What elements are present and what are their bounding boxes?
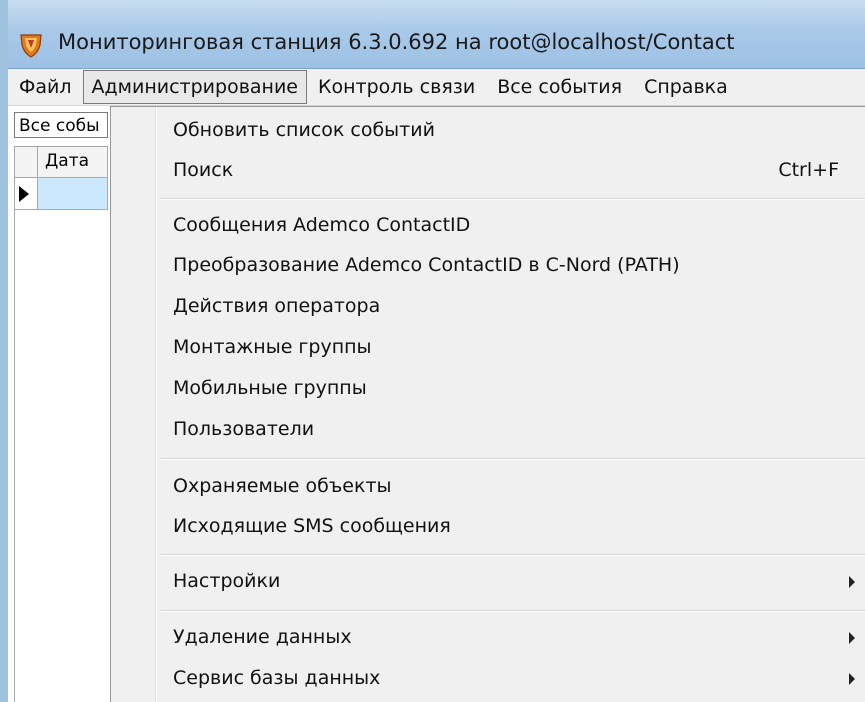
menu-file[interactable]: Файл xyxy=(8,70,83,104)
row-pointer-icon xyxy=(19,186,29,202)
menu-administration[interactable]: Администрирование xyxy=(82,70,307,104)
events-grid-header: Дата xyxy=(14,146,108,178)
menu-item-label: Преобразование Ademco ContactID в C-Nord… xyxy=(173,254,680,276)
grid-header-gutter xyxy=(15,147,38,177)
menu-item-label: Охраняемые объекты xyxy=(173,475,392,497)
table-row[interactable] xyxy=(14,178,108,210)
menu-separator xyxy=(161,610,865,612)
chevron-right-icon xyxy=(849,576,855,588)
menu-item-label: Пользователи xyxy=(173,418,315,440)
menu-item-delete-data[interactable]: Удаление данных xyxy=(111,618,865,658)
menu-item-protected-objects[interactable]: Охраняемые объекты xyxy=(111,467,865,507)
title-bar[interactable]: Мониторинговая станция 6.3.0.692 на root… xyxy=(8,0,865,69)
menu-separator xyxy=(161,554,865,556)
menu-item-label: Монтажные группы xyxy=(173,336,372,358)
event-filter-select[interactable]: Все собы xyxy=(14,112,108,138)
window-title: Мониторинговая станция 6.3.0.692 на root… xyxy=(58,30,735,54)
menu-item-mobile-groups[interactable]: Мобильные группы xyxy=(111,369,865,409)
menu-bar: Файл Администрирование Контроль связи Вс… xyxy=(8,69,865,106)
menu-item-operator-actions[interactable]: Действия оператора xyxy=(111,287,865,327)
menu-help[interactable]: Справка xyxy=(633,70,739,104)
menu-item-label: Поиск xyxy=(173,159,234,181)
chevron-right-icon xyxy=(849,632,855,644)
menu-item-outgoing-sms[interactable]: Исходящие SMS сообщения xyxy=(111,507,865,547)
chevron-right-icon xyxy=(849,673,855,685)
menu-item-label: Сообщения Ademco ContactID xyxy=(173,214,471,236)
menu-all-events[interactable]: Все события xyxy=(486,70,633,104)
administration-dropdown-menu: Обновить список событий Поиск Ctrl+F Соо… xyxy=(110,106,865,702)
selected-cell[interactable] xyxy=(38,178,107,209)
column-header-date[interactable]: Дата xyxy=(45,151,89,171)
menu-item-install-groups[interactable]: Монтажные группы xyxy=(111,328,865,368)
menu-connection-control[interactable]: Контроль связи xyxy=(307,70,486,104)
menu-item-users[interactable]: Пользователи xyxy=(111,410,865,450)
grid-border xyxy=(14,210,15,702)
app-window: Мониторинговая станция 6.3.0.692 на root… xyxy=(0,0,865,702)
menu-item-label: Мобильные группы xyxy=(173,377,367,399)
menu-separator xyxy=(161,198,865,200)
menu-item-refresh-events[interactable]: Обновить список событий xyxy=(111,111,865,151)
menu-item-shortcut: Ctrl+F xyxy=(778,159,839,181)
menu-item-label: Удаление данных xyxy=(173,626,352,648)
menu-item-label: Действия оператора xyxy=(173,295,381,317)
row-gutter xyxy=(15,178,38,209)
menu-item-label: Сервис базы данных xyxy=(173,667,381,689)
menu-item-ademco-messages[interactable]: Сообщения Ademco ContactID xyxy=(111,206,865,246)
menu-item-database-service[interactable]: Сервис базы данных xyxy=(111,659,865,699)
menu-item-search[interactable]: Поиск Ctrl+F xyxy=(111,151,865,191)
menu-item-label: Обновить список событий xyxy=(173,119,435,141)
menu-item-ademco-conversion[interactable]: Преобразование Ademco ContactID в C-Nord… xyxy=(111,246,865,286)
menu-item-label: Исходящие SMS сообщения xyxy=(173,515,451,537)
menu-item-label: Настройки xyxy=(173,570,281,592)
menu-item-settings[interactable]: Настройки xyxy=(111,562,865,602)
shield-icon xyxy=(20,34,42,58)
menu-separator xyxy=(161,458,865,460)
